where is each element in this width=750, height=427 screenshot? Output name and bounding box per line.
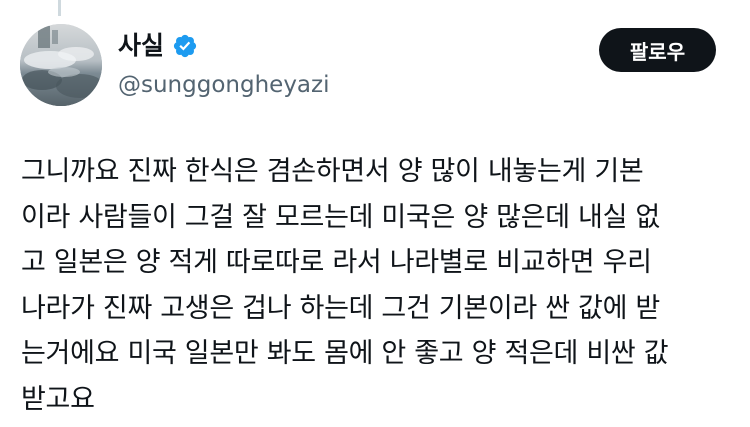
tweet-text: 그니까요 진짜 한식은 겸손하면서 양 많이 내놓는게 기본 이라 사람들이 그… <box>21 156 669 415</box>
author-display-name[interactable]: 사실 <box>118 30 164 62</box>
avatar-image <box>20 24 102 106</box>
author-handle[interactable]: @sunggongheyazi <box>118 70 329 100</box>
verified-badge-icon <box>172 33 198 59</box>
follow-button[interactable]: 팔로우 <box>599 28 716 72</box>
author-name-row: 사실 <box>118 30 198 62</box>
thread-connector-line <box>58 0 61 16</box>
avatar[interactable] <box>20 24 102 106</box>
